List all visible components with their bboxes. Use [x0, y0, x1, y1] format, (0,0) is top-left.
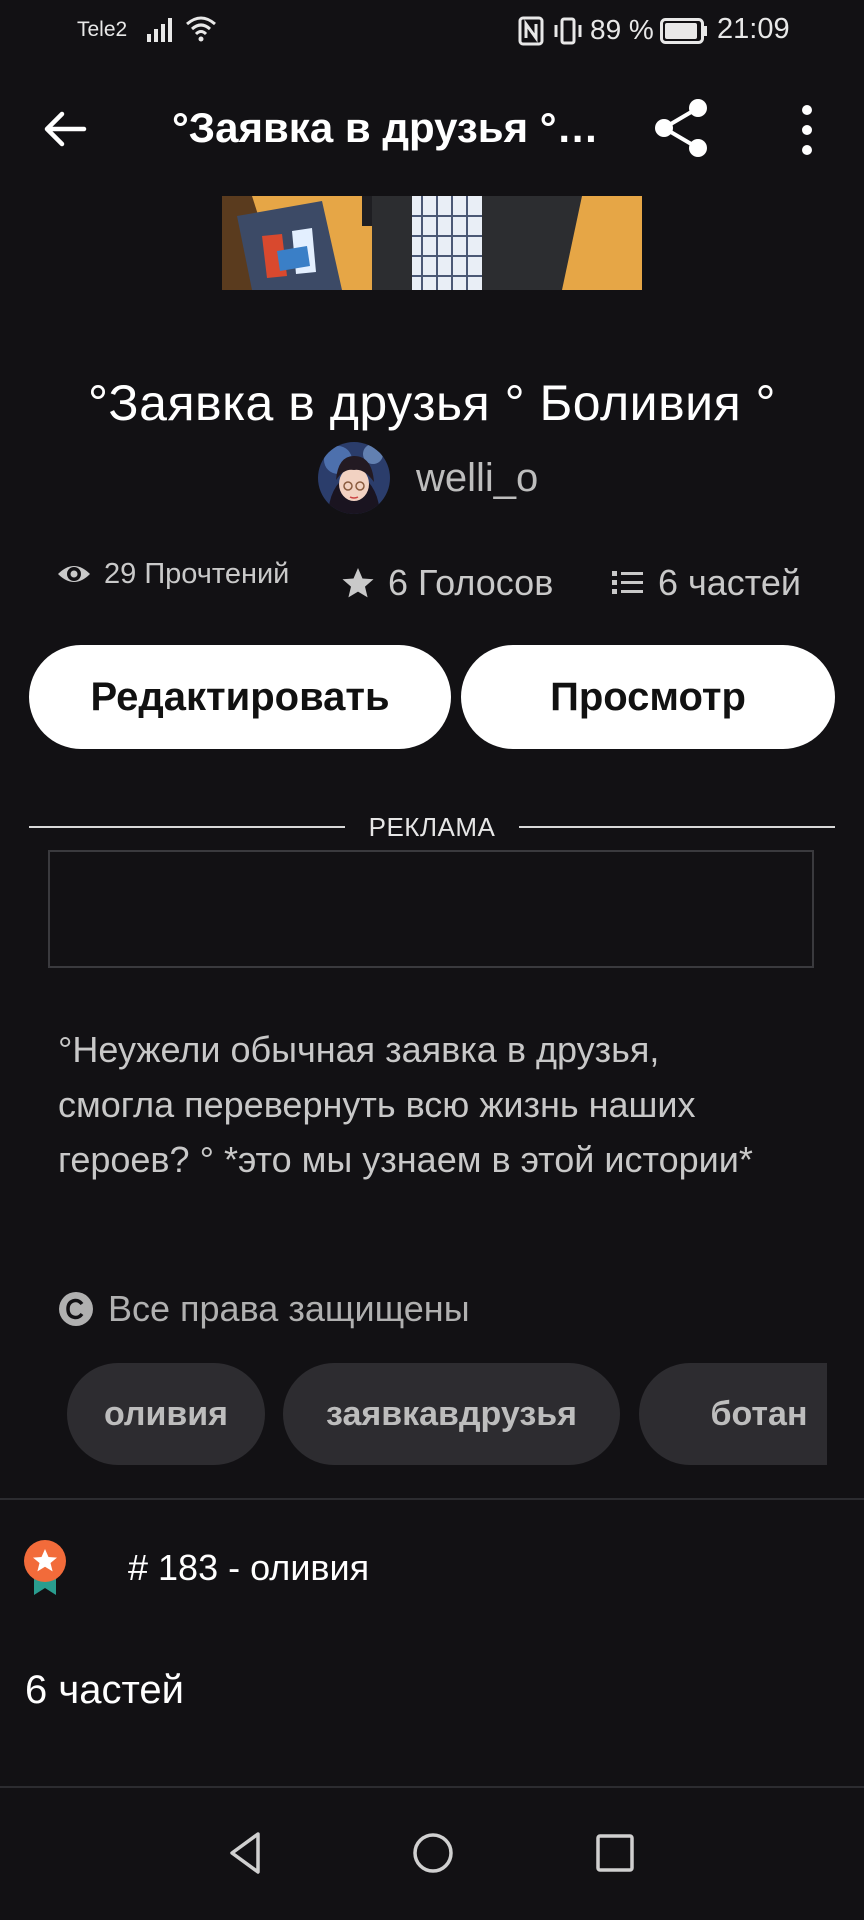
battery-percent: 89 %: [590, 14, 654, 45]
app-bar-title: °Заявка в друзья ° Боливия °: [172, 104, 602, 151]
ad-divider-right: [519, 826, 835, 828]
view-button[interactable]: Просмотр: [461, 645, 835, 749]
reads-count: 29 Прочтений: [56, 556, 289, 592]
copyright-icon: [59, 1292, 93, 1326]
parts-heading: 6 частей: [25, 1668, 184, 1712]
nfc-icon: [518, 16, 544, 46]
status-bar: Tele2 89 % 21:09: [0, 0, 864, 64]
votes-label: 6 Голосов: [388, 562, 554, 603]
ad-label: РЕКЛАМА: [368, 812, 496, 842]
eye-icon: [58, 566, 90, 582]
edit-button[interactable]: Редактировать: [29, 645, 451, 749]
votes-count: 6 Голосов: [340, 562, 553, 604]
nav-back-icon[interactable]: [222, 1828, 272, 1878]
section-divider: [0, 1498, 864, 1500]
story-description: °Неужели обычная заявка в друзья, смогла…: [58, 1029, 753, 1180]
reads-label: 29 Прочтений: [104, 557, 290, 590]
tag-list: оливия заявкавдрузья ботан: [67, 1363, 827, 1467]
parts-count: 6 частей: [610, 562, 801, 604]
tag-chip[interactable]: заявкавдрузья: [283, 1363, 620, 1465]
signal-icon: [147, 18, 172, 42]
copyright-label: Все права защищены: [108, 1288, 470, 1329]
copyright-notice: Все права защищены: [58, 1288, 470, 1330]
arrow-back-icon[interactable]: [40, 104, 90, 154]
story-stats: 29 Прочтений 6 Голосов 6 частей: [0, 556, 864, 612]
story-title: °Заявка в друзья ° Боливия °: [87, 374, 777, 431]
app-bar: °Заявка в друзья ° Боливия °: [0, 64, 864, 196]
author-link[interactable]: welli_o: [318, 442, 538, 514]
ad-header: РЕКЛАМА: [29, 812, 835, 842]
parts-label: 6 частей: [658, 562, 802, 603]
vibrate-icon: [554, 17, 582, 45]
tag-chip[interactable]: ботан: [639, 1363, 827, 1465]
tag-chip[interactable]: оливия: [67, 1363, 265, 1465]
ranking-label: # 183 - оливия: [128, 1547, 370, 1588]
battery-icon: [660, 18, 707, 44]
author-avatar[interactable]: [318, 442, 390, 514]
star-icon: [342, 568, 374, 598]
ad-slot[interactable]: [48, 850, 814, 968]
author-name[interactable]: welli_o: [416, 456, 538, 501]
more-vert-icon[interactable]: [790, 102, 824, 158]
story-cover-image: [222, 196, 642, 290]
ad-divider-left: [29, 826, 345, 828]
nav-recent-apps-icon[interactable]: [590, 1828, 640, 1878]
carrier-name: Tele2: [77, 18, 128, 41]
clock: 21:09: [717, 13, 790, 45]
share-icon[interactable]: [650, 96, 714, 160]
list-icon: [612, 571, 643, 594]
wifi-icon: [186, 16, 216, 42]
ranking-row[interactable]: # 183 - оливия: [22, 1538, 369, 1598]
system-nav-bar: [0, 1788, 864, 1920]
nav-home-icon[interactable]: [408, 1828, 458, 1878]
ranking-badge-icon: [24, 1540, 66, 1595]
